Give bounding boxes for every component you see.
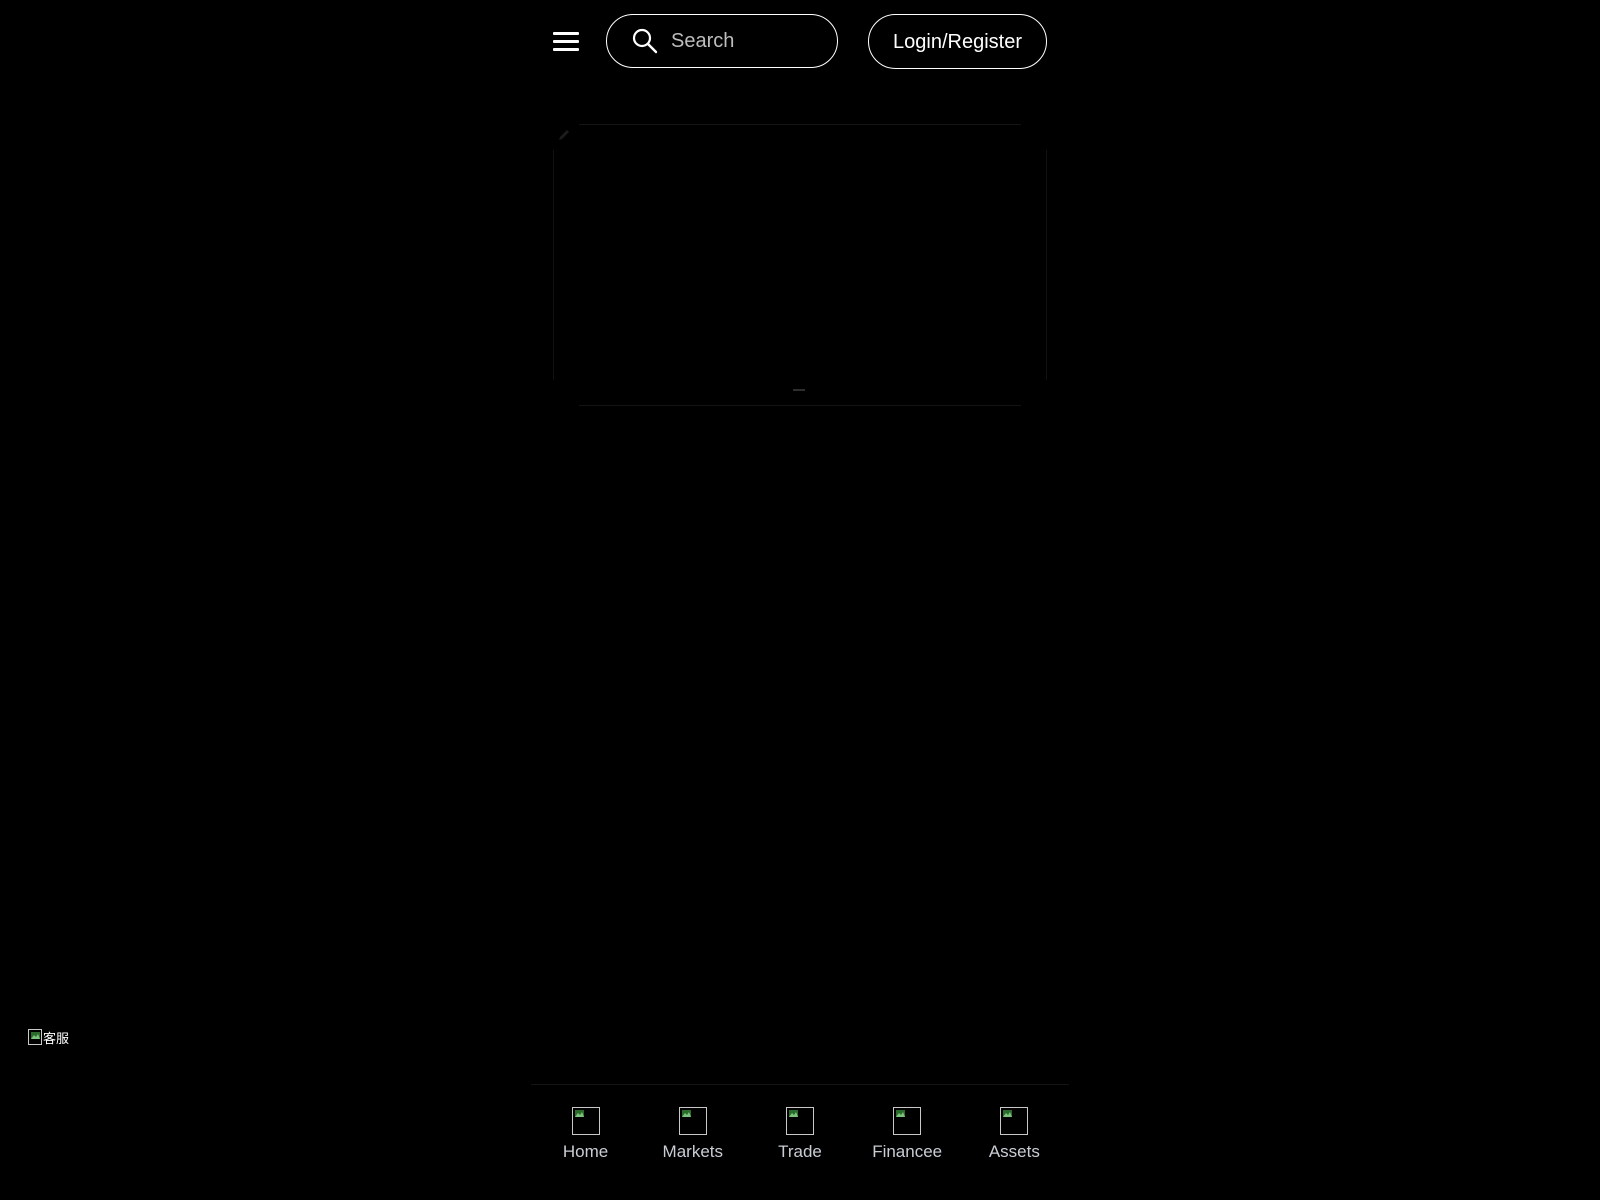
- banner-bottom-border: [579, 405, 1021, 406]
- customer-service-button[interactable]: 客服: [28, 1028, 70, 1047]
- nav-item-finance[interactable]: Financee: [857, 1107, 957, 1162]
- nav-item-assets[interactable]: Assets: [964, 1107, 1064, 1162]
- search-input[interactable]: [671, 25, 821, 57]
- broken-image-icon: [785, 1107, 814, 1135]
- header: Login/Register: [553, 14, 1047, 70]
- broken-image-icon: [28, 1029, 42, 1045]
- nav-label-markets: Markets: [662, 1142, 724, 1161]
- broken-image-icon: [1000, 1107, 1029, 1135]
- broken-image-icon: [678, 1107, 707, 1135]
- banner-left-border: [553, 150, 554, 380]
- broken-image-icon: [893, 1107, 922, 1135]
- banner-top-border: [579, 124, 1021, 125]
- hamburger-menu-icon[interactable]: [553, 30, 579, 54]
- carousel-indicator[interactable]: [793, 389, 805, 391]
- nav-label-finance: Financee: [872, 1142, 943, 1161]
- page: Login/Register 客服: [0, 0, 1600, 1200]
- banner-right-border: [1046, 150, 1047, 380]
- bottom-nav: Home Markets Trade Financee Assets: [531, 1084, 1069, 1200]
- nav-item-home[interactable]: Home: [536, 1107, 636, 1162]
- nav-item-trade[interactable]: Trade: [750, 1107, 850, 1162]
- broken-image-icon: [571, 1107, 600, 1135]
- banner-carousel[interactable]: [553, 124, 1047, 406]
- login-register-button[interactable]: Login/Register: [868, 14, 1047, 69]
- customer-service-alt-text: 客服: [43, 1031, 70, 1047]
- nav-item-markets[interactable]: Markets: [643, 1107, 743, 1162]
- nav-label-assets: Assets: [988, 1142, 1040, 1161]
- search-icon: [632, 28, 658, 54]
- pencil-icon: [559, 130, 569, 140]
- search-box[interactable]: [606, 14, 838, 68]
- nav-label-trade: Trade: [778, 1142, 822, 1161]
- nav-label-home: Home: [562, 1142, 609, 1161]
